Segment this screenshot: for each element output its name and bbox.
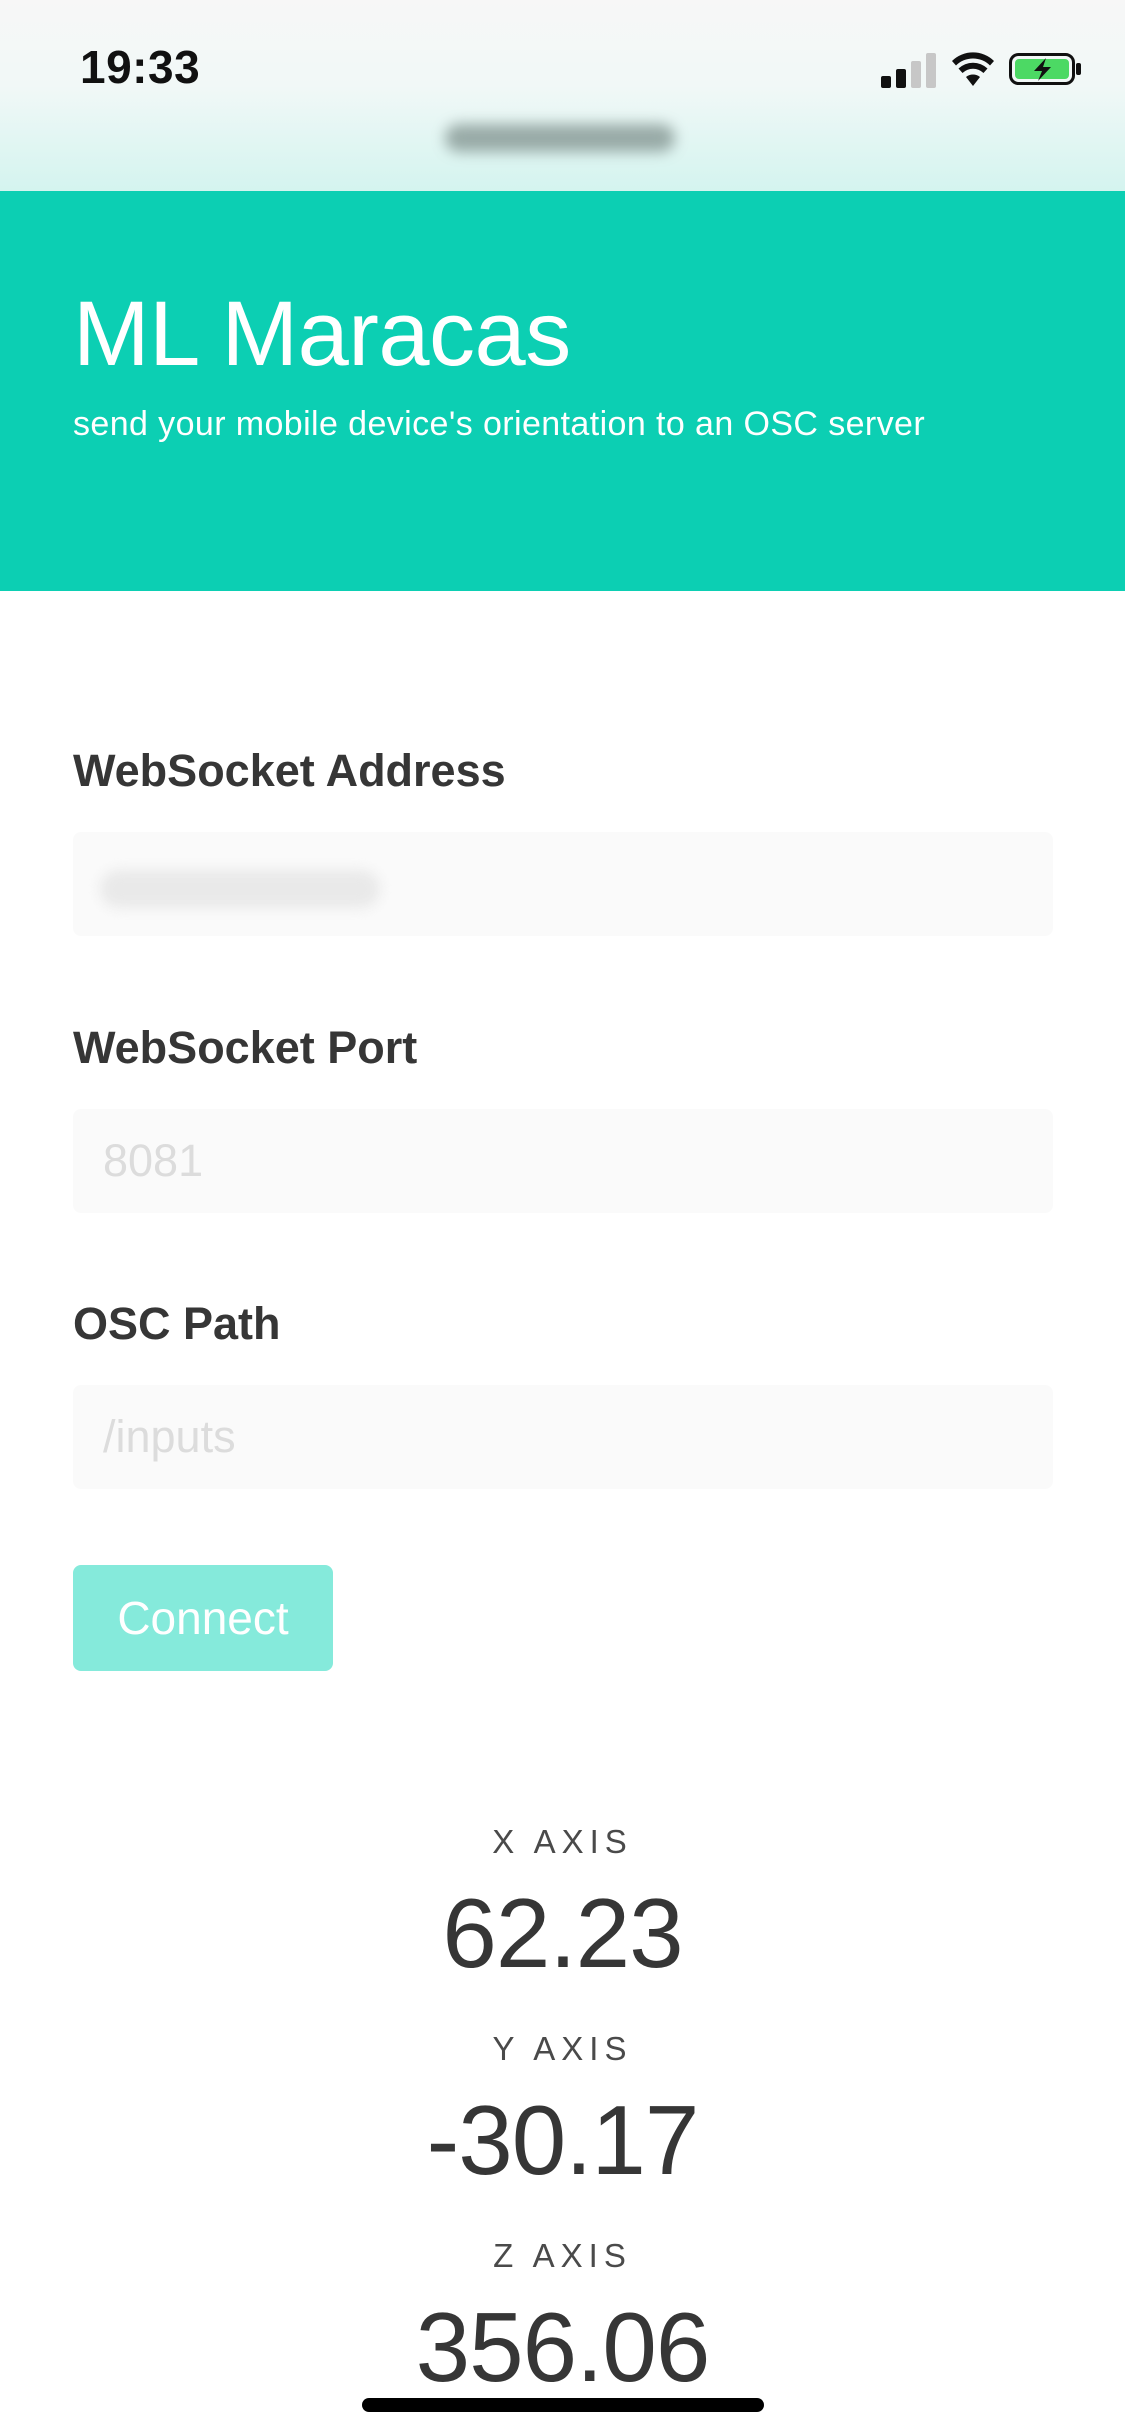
connect-button[interactable]: Connect: [73, 1565, 333, 1671]
battery-charging-icon: [1009, 53, 1081, 85]
z-axis-value: 356.06: [415, 2292, 711, 2402]
status-time: 19:33: [80, 41, 201, 93]
osc-path-input[interactable]: [73, 1385, 1053, 1489]
app-screen: 19:33 ML Maracas send your mobile device…: [0, 0, 1125, 2436]
y-axis-value: -30.17: [426, 2085, 700, 2195]
hero-banner: ML Maracas send your mobile device's ori…: [0, 191, 1125, 591]
z-axis-label: Z AXIS: [493, 2237, 632, 2274]
websocket-port-label: WebSocket Port: [73, 1022, 418, 1073]
redacted-address-value: [100, 870, 380, 908]
wifi-icon: [952, 52, 994, 86]
signal-icon: [881, 52, 937, 88]
app-subtitle: send your mobile device's orientation to…: [73, 405, 926, 443]
y-axis-label: Y AXIS: [492, 2030, 633, 2067]
x-axis-value: 62.23: [442, 1878, 683, 1988]
osc-path-label: OSC Path: [73, 1298, 281, 1349]
websocket-port-input[interactable]: [73, 1109, 1053, 1213]
redacted-url: [445, 124, 675, 152]
status-bar: 19:33: [0, 0, 1125, 191]
home-indicator[interactable]: [362, 2398, 764, 2412]
x-axis-label: X AXIS: [492, 1823, 633, 1860]
app-title: ML Maracas: [73, 283, 571, 385]
websocket-address-label: WebSocket Address: [73, 745, 506, 796]
